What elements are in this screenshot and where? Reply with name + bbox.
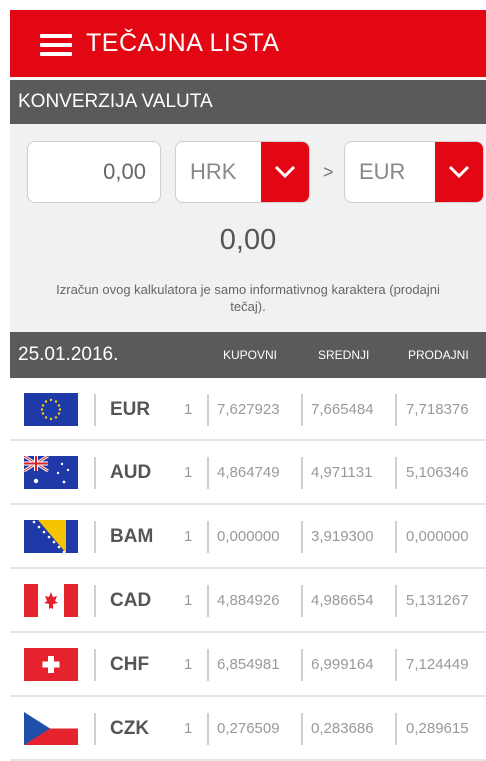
- table-row[interactable]: CZK 1 0,276509 0,283686 0,289615: [10, 697, 486, 761]
- from-currency-select[interactable]: HRK: [175, 141, 310, 203]
- rates-date: 25.01.2016.: [18, 344, 119, 365]
- divider: [301, 713, 303, 745]
- mid-rate: 4,986654: [311, 592, 374, 609]
- divider: [395, 394, 397, 426]
- table-row[interactable]: EUR 1 7,627923 7,665484 7,718376: [10, 378, 486, 441]
- currency-code: AUD: [110, 462, 152, 483]
- app-bar: TEČAJNA LISTA: [10, 10, 486, 77]
- australia-flag-icon: [24, 456, 78, 489]
- chevron-down-icon: [274, 165, 296, 179]
- table-row[interactable]: AUD 1 4,864749 4,971131 5,106346: [10, 441, 486, 505]
- converter-section-header: KONVERZIJA VALUTA: [10, 80, 486, 124]
- sell-rate: 0,000000: [406, 528, 469, 545]
- currency-unit: 1: [184, 656, 193, 673]
- divider: [395, 457, 397, 489]
- mid-rate: 3,919300: [311, 528, 374, 545]
- currency-code: BAM: [110, 526, 154, 547]
- switzerland-flag-icon: [24, 648, 78, 681]
- canada-flag-icon: [24, 584, 78, 617]
- divider: [94, 521, 96, 553]
- rates-table-header: 25.01.2016. KUPOVNI SREDNJI PRODAJNI: [10, 332, 486, 378]
- mid-rate: 6,999164: [311, 656, 374, 673]
- column-mid: SREDNJI: [318, 348, 370, 362]
- divider: [207, 713, 209, 745]
- column-buy: KUPOVNI: [223, 348, 278, 362]
- divider: [94, 394, 96, 426]
- column-sell: PRODAJNI: [408, 348, 469, 362]
- conversion-result: 0,00: [219, 224, 277, 256]
- currency-code: CAD: [110, 590, 152, 611]
- currency-unit: 1: [184, 464, 193, 481]
- divider: [94, 585, 96, 617]
- divider: [395, 713, 397, 745]
- eu-flag-icon: [24, 393, 78, 426]
- currency-code: EUR: [110, 399, 151, 420]
- from-currency-dropdown-button[interactable]: [261, 142, 309, 202]
- amount-input[interactable]: 0,00: [27, 141, 161, 203]
- currency-code: CZK: [110, 718, 150, 739]
- currency-unit: 1: [184, 528, 193, 545]
- buy-rate: 4,884926: [217, 592, 280, 609]
- divider: [395, 649, 397, 681]
- currency-unit: 1: [184, 401, 193, 418]
- table-row[interactable]: CHF 1 6,854981 6,999164 7,124449: [10, 633, 486, 697]
- converter-section-title: KONVERZIJA VALUTA: [18, 91, 213, 112]
- sell-rate: 5,106346: [406, 464, 469, 481]
- divider: [207, 394, 209, 426]
- buy-rate: 0,000000: [217, 528, 280, 545]
- divider: [207, 585, 209, 617]
- currency-converter: 0,00 HRK > EUR 0,00 Izračun ovog kalkula…: [10, 124, 486, 332]
- sell-rate: 7,718376: [406, 401, 469, 418]
- divider: [207, 521, 209, 553]
- buy-rate: 0,276509: [217, 720, 280, 737]
- table-row[interactable]: BAM 1 0,000000 3,919300 0,000000: [10, 505, 486, 569]
- converter-note: Izračun ovog kalkulatora je samo informa…: [56, 282, 440, 314]
- rates-list: EUR 1 7,627923 7,665484 7,718376 AUD 1 4…: [10, 378, 486, 761]
- mid-rate: 7,665484: [311, 401, 374, 418]
- buy-rate: 4,864749: [217, 464, 280, 481]
- sell-rate: 5,131267: [406, 592, 469, 609]
- table-row[interactable]: CAD 1 4,884926 4,986654 5,131267: [10, 569, 486, 633]
- divider: [94, 713, 96, 745]
- to-currency-dropdown-button[interactable]: [435, 142, 483, 202]
- buy-rate: 6,854981: [217, 656, 280, 673]
- to-currency-value: EUR: [359, 159, 406, 184]
- sell-rate: 7,124449: [406, 656, 469, 673]
- menu-icon[interactable]: [40, 32, 72, 56]
- divider: [94, 649, 96, 681]
- divider: [207, 457, 209, 489]
- divider: [301, 394, 303, 426]
- mid-rate: 0,283686: [311, 720, 374, 737]
- currency-code: CHF: [110, 654, 150, 675]
- divider: [301, 457, 303, 489]
- chevron-down-icon: [448, 165, 470, 179]
- divider: [94, 457, 96, 489]
- divider: [301, 585, 303, 617]
- mid-rate: 4,971131: [311, 464, 373, 481]
- from-currency-value: HRK: [190, 159, 237, 184]
- conversion-arrow: >: [323, 162, 334, 182]
- divider: [301, 649, 303, 681]
- buy-rate: 7,627923: [217, 401, 280, 418]
- czech-flag-icon: [24, 712, 78, 745]
- currency-unit: 1: [184, 720, 193, 737]
- app-title: TEČAJNA LISTA: [86, 29, 280, 57]
- divider: [395, 585, 397, 617]
- divider: [395, 521, 397, 553]
- currency-unit: 1: [184, 592, 193, 609]
- divider: [207, 649, 209, 681]
- to-currency-select[interactable]: EUR: [344, 141, 484, 203]
- sell-rate: 0,289615: [406, 720, 469, 737]
- bosnia-flag-icon: [24, 520, 78, 553]
- divider: [301, 521, 303, 553]
